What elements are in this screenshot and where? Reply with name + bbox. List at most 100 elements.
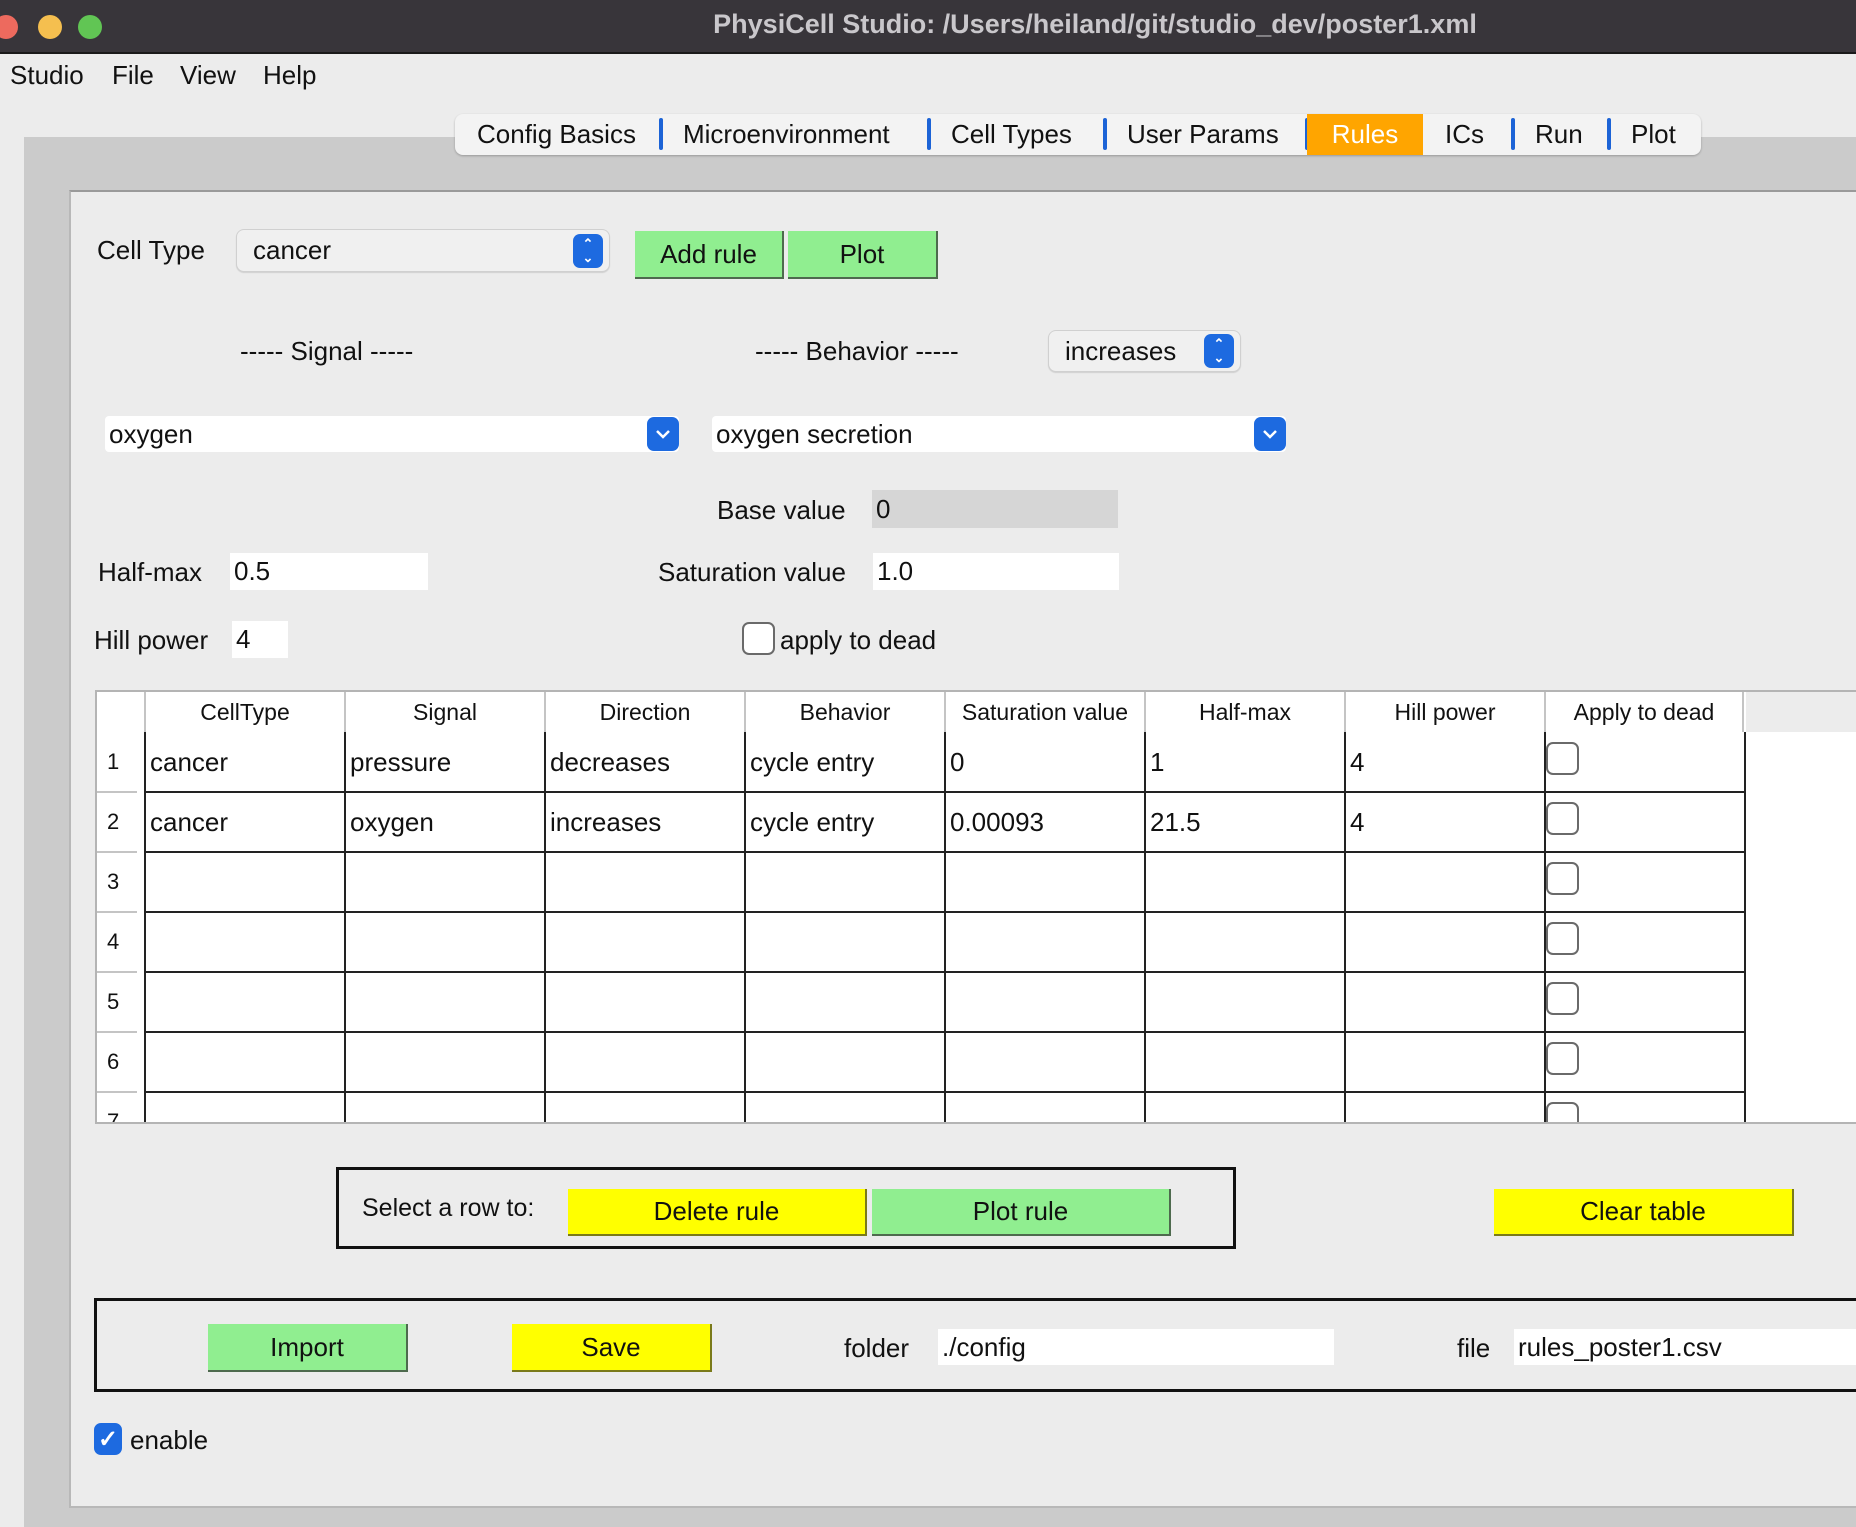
- table-cell-half-max[interactable]: [1144, 1032, 1344, 1092]
- table-cell-hill-power[interactable]: [1344, 972, 1544, 1032]
- half-max-input[interactable]: 0.5: [230, 553, 428, 590]
- table-cell-hill-power[interactable]: [1344, 1032, 1544, 1092]
- apply-to-dead-row-checkbox[interactable]: [1546, 802, 1579, 835]
- table-cell-behavior[interactable]: [744, 912, 944, 972]
- table-cell-behavior[interactable]: cycle entry: [744, 732, 944, 792]
- saturation-value-input[interactable]: 1.0: [873, 553, 1119, 590]
- table-cell-saturation-value[interactable]: 0: [944, 732, 1144, 792]
- table-cell-direction[interactable]: [544, 852, 744, 912]
- direction-select[interactable]: increases ⌃ ⌄: [1048, 330, 1241, 372]
- table-cell-half-max[interactable]: [1144, 972, 1344, 1032]
- tab-config-basics[interactable]: Config Basics: [455, 114, 663, 155]
- signal-select[interactable]: oxygen: [105, 416, 679, 452]
- table-cell-celltype[interactable]: [144, 1092, 344, 1122]
- import-button[interactable]: Import: [208, 1324, 408, 1372]
- table-cell-saturation-value[interactable]: [944, 912, 1144, 972]
- table-cell-half-max[interactable]: [1144, 912, 1344, 972]
- column-header-saturation-value[interactable]: Saturation value: [944, 692, 1144, 732]
- folder-input[interactable]: ./config: [938, 1329, 1334, 1365]
- row-number[interactable]: 1: [97, 732, 142, 792]
- row-number[interactable]: 6: [97, 1032, 142, 1092]
- menu-view[interactable]: View: [180, 60, 236, 91]
- apply-to-dead-checkbox[interactable]: [742, 622, 775, 655]
- table-cell-behavior[interactable]: [744, 1092, 944, 1122]
- column-header-apply-to-dead[interactable]: Apply to dead: [1544, 692, 1744, 732]
- tab-ics[interactable]: ICs: [1423, 114, 1515, 155]
- apply-to-dead-row-checkbox[interactable]: [1546, 1102, 1579, 1122]
- table-cell-signal[interactable]: [344, 1092, 544, 1122]
- apply-to-dead-row-checkbox[interactable]: [1546, 862, 1579, 895]
- table-cell-signal[interactable]: [344, 912, 544, 972]
- row-number[interactable]: 2: [97, 792, 142, 852]
- table-cell-direction[interactable]: [544, 1032, 744, 1092]
- clear-table-button[interactable]: Clear table: [1494, 1189, 1794, 1236]
- tab-plot[interactable]: Plot: [1609, 114, 1701, 155]
- table-cell-saturation-value[interactable]: [944, 1092, 1144, 1122]
- table-cell-saturation-value[interactable]: 0.00093: [944, 792, 1144, 852]
- hill-power-input[interactable]: 4: [232, 621, 288, 658]
- table-cell-behavior[interactable]: [744, 1032, 944, 1092]
- table-cell-hill-power[interactable]: [1344, 912, 1544, 972]
- table-cell-hill-power[interactable]: 4: [1344, 732, 1544, 792]
- table-cell-signal[interactable]: oxygen: [344, 792, 544, 852]
- table-cell-direction[interactable]: [544, 912, 744, 972]
- apply-to-dead-row-checkbox[interactable]: [1546, 742, 1579, 775]
- table-cell-saturation-value[interactable]: [944, 1032, 1144, 1092]
- table-cell-direction[interactable]: [544, 1092, 744, 1122]
- table-cell-saturation-value[interactable]: [944, 852, 1144, 912]
- table-cell-saturation-value[interactable]: [944, 972, 1144, 1032]
- tab-microenvironment[interactable]: Microenvironment: [661, 114, 931, 155]
- save-button[interactable]: Save: [512, 1324, 712, 1372]
- row-number[interactable]: 4: [97, 912, 142, 972]
- plot-button[interactable]: Plot: [788, 231, 938, 279]
- table-cell-celltype[interactable]: [144, 1032, 344, 1092]
- table-cell-direction[interactable]: increases: [544, 792, 744, 852]
- column-header-behavior[interactable]: Behavior: [744, 692, 944, 732]
- delete-rule-button[interactable]: Delete rule: [568, 1189, 867, 1236]
- tab-cell-types[interactable]: Cell Types: [929, 114, 1107, 155]
- table-cell-signal[interactable]: [344, 852, 544, 912]
- tab-rules[interactable]: Rules: [1307, 114, 1423, 155]
- row-number[interactable]: 7: [97, 1092, 142, 1122]
- table-cell-hill-power[interactable]: [1344, 852, 1544, 912]
- apply-to-dead-row-checkbox[interactable]: [1546, 1042, 1579, 1075]
- table-cell-half-max[interactable]: 21.5: [1144, 792, 1344, 852]
- table-cell-signal[interactable]: [344, 972, 544, 1032]
- tab-user-params[interactable]: User Params: [1105, 114, 1309, 155]
- table-cell-celltype[interactable]: [144, 852, 344, 912]
- table-cell-signal[interactable]: pressure: [344, 732, 544, 792]
- column-header-celltype[interactable]: CellType: [144, 692, 344, 732]
- column-header-signal[interactable]: Signal: [344, 692, 544, 732]
- table-cell-hill-power[interactable]: 4: [1344, 792, 1544, 852]
- table-cell-behavior[interactable]: [744, 852, 944, 912]
- column-header-half-max[interactable]: Half-max: [1144, 692, 1344, 732]
- table-cell-celltype[interactable]: [144, 912, 344, 972]
- menu-studio[interactable]: Studio: [10, 60, 84, 91]
- behavior-select[interactable]: oxygen secretion: [712, 416, 1286, 452]
- tab-run[interactable]: Run: [1513, 114, 1611, 155]
- menu-file[interactable]: File: [112, 60, 154, 91]
- row-number[interactable]: 3: [97, 852, 142, 912]
- column-header-direction[interactable]: Direction: [544, 692, 744, 732]
- apply-to-dead-row-checkbox[interactable]: [1546, 922, 1579, 955]
- table-cell-half-max[interactable]: 1: [1144, 732, 1344, 792]
- table-cell-celltype[interactable]: [144, 972, 344, 1032]
- table-cell-direction[interactable]: decreases: [544, 732, 744, 792]
- apply-to-dead-row-checkbox[interactable]: [1546, 982, 1579, 1015]
- column-header-hill-power[interactable]: Hill power: [1344, 692, 1544, 732]
- table-cell-signal[interactable]: [344, 1032, 544, 1092]
- file-input[interactable]: rules_poster1.csv: [1514, 1329, 1856, 1365]
- table-cell-direction[interactable]: [544, 972, 744, 1032]
- table-cell-celltype[interactable]: cancer: [144, 732, 344, 792]
- menu-help[interactable]: Help: [263, 60, 316, 91]
- table-cell-behavior[interactable]: [744, 972, 944, 1032]
- cell-type-select[interactable]: cancer ⌃ ⌄: [236, 229, 610, 272]
- table-cell-celltype[interactable]: cancer: [144, 792, 344, 852]
- table-cell-hill-power[interactable]: [1344, 1092, 1544, 1122]
- table-cell-behavior[interactable]: cycle entry: [744, 792, 944, 852]
- table-cell-half-max[interactable]: [1144, 1092, 1344, 1122]
- table-cell-half-max[interactable]: [1144, 852, 1344, 912]
- add-rule-button[interactable]: Add rule: [635, 231, 784, 279]
- row-number[interactable]: 5: [97, 972, 142, 1032]
- plot-rule-button[interactable]: Plot rule: [872, 1189, 1171, 1236]
